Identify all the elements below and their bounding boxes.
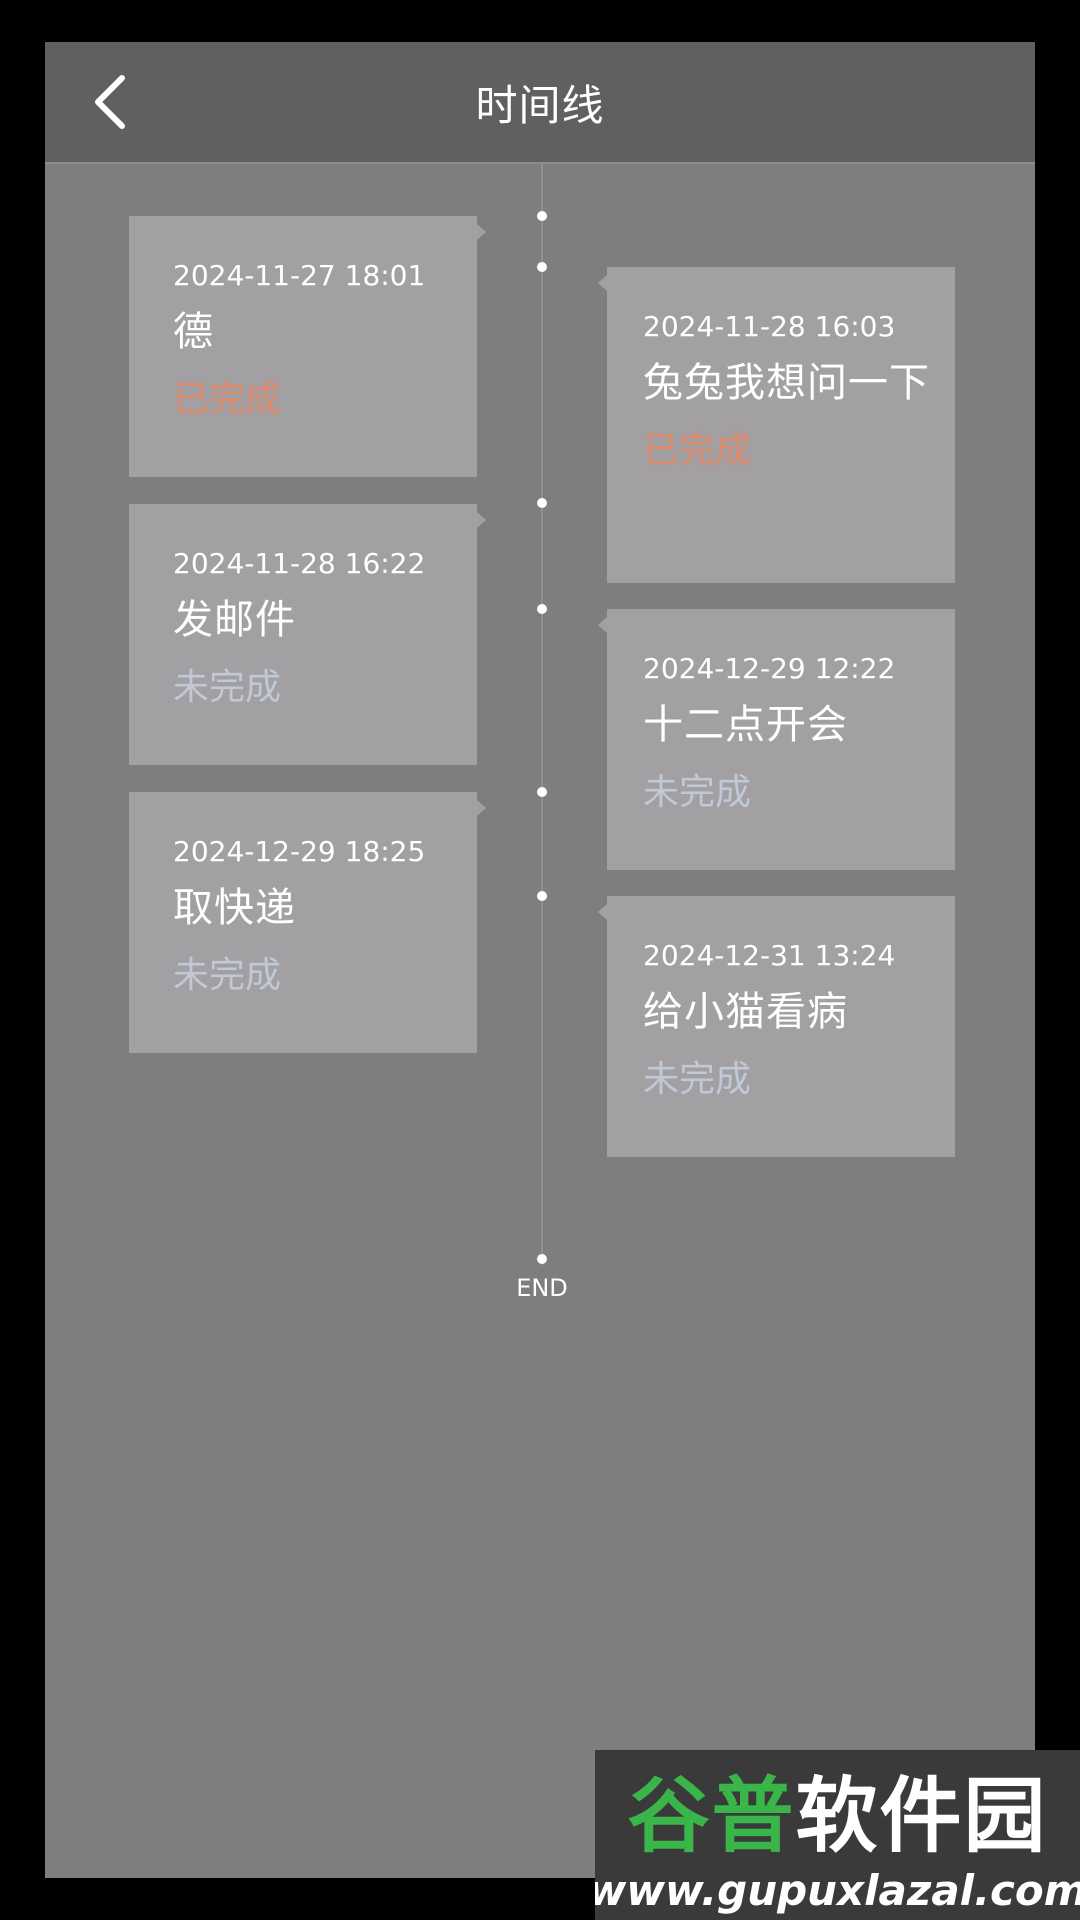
card-status: 未完成	[643, 1059, 752, 1100]
card-status: 已完成	[173, 379, 282, 420]
timeline-card[interactable]: 2024-12-31 13:24 给小猫看病 未完成	[598, 896, 955, 1157]
watermark-brand: 谷普软件园	[627, 1768, 1048, 1864]
timeline-dot	[537, 262, 547, 272]
timeline-dot	[537, 498, 547, 508]
card-date: 2024-11-27 18:01	[173, 259, 426, 292]
timeline-dot	[537, 211, 547, 221]
card-title: 德	[173, 309, 214, 355]
card-date: 2024-12-31 13:24	[643, 939, 896, 972]
timeline-card[interactable]: 2024-12-29 18:25 取快递 未完成	[129, 792, 486, 1053]
card-status: 未完成	[173, 667, 282, 708]
card-date: 2024-11-28 16:22	[173, 547, 426, 580]
card-date: 2024-11-28 16:03	[643, 310, 896, 343]
timeline-axis	[541, 164, 543, 1265]
card-date: 2024-12-29 18:25	[173, 835, 426, 868]
card-title: 十二点开会	[643, 702, 848, 748]
card-title: 给小猫看病	[643, 989, 848, 1035]
card-status: 已完成	[643, 430, 752, 471]
timeline-card[interactable]: 2024-11-27 18:01 德 已完成	[129, 216, 486, 477]
timeline-card[interactable]: 2024-11-28 16:22 发邮件 未完成	[129, 504, 486, 765]
timeline-screen: 时间线 END 2024-11-27 18:01 德 已完成 2024-11-2…	[45, 42, 1035, 1878]
timeline-card[interactable]: 2024-11-28 16:03 兔兔我想问一下 已完成	[598, 267, 955, 583]
timeline-dot	[537, 891, 547, 901]
card-status: 未完成	[643, 772, 752, 813]
timeline-dot	[537, 604, 547, 614]
watermark-logo: 谷普软件园 www.gupuxlazal.com	[595, 1750, 1080, 1920]
card-status: 未完成	[173, 955, 282, 996]
timeline-end-dot	[537, 1254, 547, 1264]
card-title: 取快递	[173, 885, 296, 931]
card-title: 兔兔我想问一下	[643, 360, 930, 406]
timeline-card[interactable]: 2024-12-29 12:22 十二点开会 未完成	[598, 609, 955, 870]
timeline-dot	[537, 787, 547, 797]
card-title: 发邮件	[173, 597, 296, 643]
watermark-url: www.gupuxlazal.com	[595, 1865, 1080, 1915]
page-title: 时间线	[475, 80, 605, 130]
app-header: 时间线	[45, 42, 1035, 164]
timeline-end-label: END	[516, 1274, 568, 1302]
card-date: 2024-12-29 12:22	[643, 652, 896, 685]
